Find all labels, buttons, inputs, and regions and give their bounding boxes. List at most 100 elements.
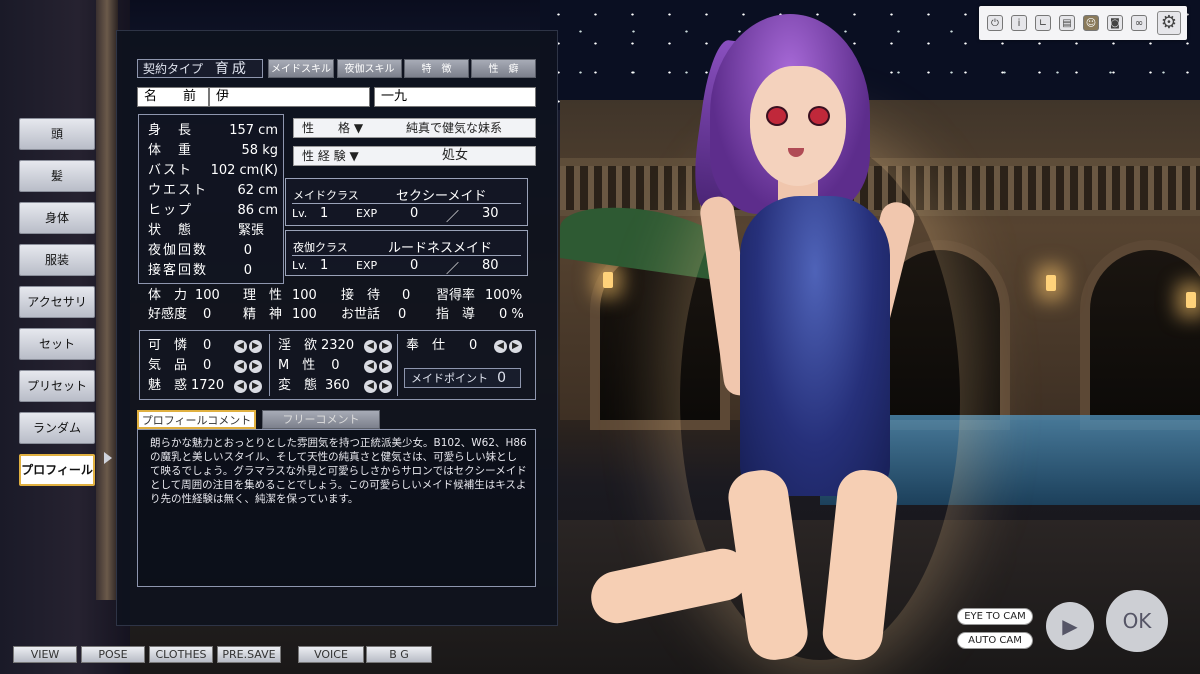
sidebar-item-clothes[interactable]: 服装 [19, 244, 95, 276]
bg-button[interactable]: B G [366, 646, 432, 663]
decrease-icon[interactable]: ◀ [234, 380, 247, 393]
maid-lv-label: Lv. [292, 207, 308, 220]
night-lv-label: Lv. [292, 259, 308, 272]
right-eye [808, 106, 830, 126]
sidebar-item-random[interactable]: ランダム [19, 412, 95, 444]
basket-icon[interactable]: ▤ [1059, 15, 1075, 31]
param-reception: 接 待0 [341, 288, 411, 303]
tab-maid-skill[interactable]: メイドスキル [268, 59, 334, 78]
stat-night-count: 夜伽回数 0 [148, 243, 252, 258]
param-care: お世話 0 [341, 307, 407, 322]
decrease-icon[interactable]: ◀ [364, 380, 377, 393]
decrease-icon[interactable]: ◀ [364, 360, 377, 373]
voice-button[interactable]: VOICE [298, 646, 364, 663]
trait-elegance-arrows[interactable]: ◀ ▶ [234, 360, 262, 373]
foot [586, 543, 754, 629]
mouth [788, 148, 804, 157]
eye-to-cam-button[interactable]: EYE TO CAM [957, 608, 1033, 625]
maid-class-label: メイドクラス [293, 189, 359, 202]
experience-select[interactable]: 性 経 験 ▼ 処女 [293, 146, 536, 166]
trait-charm-arrows[interactable]: ◀ ▶ [234, 380, 262, 393]
sidebar-item-body[interactable]: 身体 [19, 202, 95, 234]
view-button[interactable]: VIEW [13, 646, 77, 663]
personality-value: 純真で健気な妹系 [406, 121, 503, 135]
wall-lamp [1186, 292, 1196, 308]
stat-hip: ヒップ 86 cm [148, 203, 278, 218]
decrease-icon[interactable]: ◀ [494, 340, 507, 353]
contract-type: 契約タイプ 育成 [137, 59, 263, 78]
tab-profile-comment[interactable]: プロフィールコメント [137, 410, 256, 429]
night-class-label: 夜伽クラス [293, 241, 348, 254]
tab-night-skill[interactable]: 夜伽スキル [337, 59, 402, 78]
night-exp-label: EXP [356, 259, 378, 272]
increase-icon[interactable]: ▶ [249, 380, 262, 393]
maid-points: メイドポイント 0 [404, 368, 521, 388]
maid-lv: 1 [320, 206, 329, 221]
camera-icon[interactable]: ◙ [1107, 15, 1123, 31]
decrease-icon[interactable]: ◀ [234, 340, 247, 353]
increase-icon[interactable]: ▶ [379, 340, 392, 353]
decrease-icon[interactable]: ◀ [364, 340, 377, 353]
portrait-icon[interactable]: ☺ [1083, 15, 1099, 31]
experience-label: 性 経 験 ▼ [302, 149, 359, 163]
night-class-box[interactable]: 夜伽クラス ルードネスメイド Lv. 1 EXP 0 ／ 80 [285, 230, 528, 277]
video-camera-icon[interactable]: ▶ [1046, 602, 1094, 650]
maid-class-box[interactable]: メイドクラス セクシーメイド Lv. 1 EXP 0 ／ 30 [285, 178, 528, 226]
trait-service-arrows[interactable]: ◀ ▶ [494, 340, 522, 353]
trait-perversion-arrows[interactable]: ◀ ▶ [364, 380, 392, 393]
face [750, 66, 846, 186]
info-icon[interactable]: i [1011, 15, 1027, 31]
increase-icon[interactable]: ▶ [379, 360, 392, 373]
link-icon[interactable]: ∞ [1131, 15, 1147, 31]
sidebar-item-preset[interactable]: プリセット [19, 370, 95, 402]
sidebar-item-set[interactable]: セット [19, 328, 95, 360]
increase-icon[interactable]: ▶ [379, 380, 392, 393]
param-reason: 理 性 100 [243, 288, 317, 303]
decrease-icon[interactable]: ◀ [234, 360, 247, 373]
tab-trait[interactable]: 特 徴 [404, 59, 469, 78]
trait-lust-arrows[interactable]: ◀ ▶ [364, 340, 392, 353]
personality-select[interactable]: 性 格 ▼ 純真で健気な妹系 [293, 118, 536, 138]
param-stamina: 体 力 100 [148, 288, 220, 303]
trait-m: M 性0 [278, 358, 340, 373]
arch [1090, 250, 1200, 420]
pose-button[interactable]: POSE [81, 646, 145, 663]
trait-elegance: 気 品0 [148, 358, 212, 373]
name-label: 名 前 [137, 87, 209, 107]
param-guidance: 指 導0 % [436, 307, 524, 322]
sidebar-item-accessory[interactable]: アクセサリ [19, 286, 95, 318]
sidebar-item-profile[interactable]: プロフィール [19, 454, 95, 486]
trait-perversion: 変 態 360 [278, 378, 350, 393]
maid-exp-label: EXP [356, 207, 378, 220]
param-spirit: 精 神 100 [243, 307, 317, 322]
tab-free-comment[interactable]: フリーコメント [262, 410, 380, 429]
sidebar-item-head[interactable]: 頭 [19, 118, 95, 150]
night-class-name: ルードネスメイド [388, 241, 493, 256]
power-icon[interactable]: ⏻ [987, 15, 1003, 31]
maid-exp-sep: ／ [446, 210, 460, 225]
maid-points-label: メイドポイント [411, 372, 488, 385]
increase-icon[interactable]: ▶ [249, 360, 262, 373]
chart-icon[interactable]: ∟ [1035, 15, 1051, 31]
auto-cam-button[interactable]: AUTO CAM [957, 632, 1033, 649]
trait-cute-arrows[interactable]: ◀ ▶ [234, 340, 262, 353]
last-name-field[interactable]: 伊 [209, 87, 370, 107]
trait-lust: 淫 欲 2320 [278, 338, 355, 353]
character-model[interactable] [560, 0, 980, 674]
increase-icon[interactable]: ▶ [509, 340, 522, 353]
ok-button[interactable]: OK [1106, 590, 1168, 652]
left-eye [766, 106, 788, 126]
contract-label: 契約タイプ [143, 62, 204, 76]
tab-propensity[interactable]: 性 癖 [471, 59, 536, 78]
gear-icon[interactable]: ⚙ [1157, 11, 1181, 35]
trait-m-arrows[interactable]: ◀ ▶ [364, 360, 392, 373]
clothes-button[interactable]: CLOTHES [149, 646, 213, 663]
personality-label: 性 格 ▼ [302, 121, 364, 135]
presave-button[interactable]: PRE.SAVE [217, 646, 281, 663]
first-name-field[interactable]: 一九 [374, 87, 536, 107]
increase-icon[interactable]: ▶ [249, 340, 262, 353]
night-exp: 0 [410, 258, 419, 273]
profile-comment-text: 朗らかな魅力とおっとりとした雰囲気を持つ正統派美少女。B102、W62、H86の… [137, 429, 536, 587]
wall-lamp [1046, 275, 1056, 291]
sidebar-item-hair[interactable]: 髪 [19, 160, 95, 192]
